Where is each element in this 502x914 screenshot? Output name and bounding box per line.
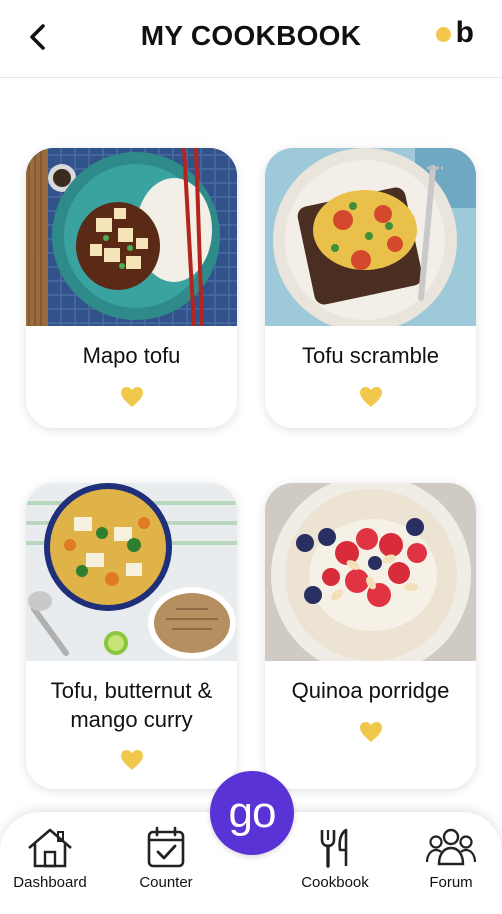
recipe-card-tofu-butternut-mango-curry[interactable]: Tofu, butternut & mango curry — [26, 483, 237, 789]
tab-forum[interactable]: Forum — [401, 826, 501, 891]
recipe-card-tofu-scramble[interactable]: Tofu scramble — [265, 148, 476, 428]
brand-letter: b — [455, 16, 474, 49]
favorite-heart-icon[interactable] — [359, 386, 383, 408]
tab-dashboard[interactable]: Dashboard — [0, 826, 100, 891]
tab-label: Cookbook — [301, 874, 369, 891]
brand-logo: b — [435, 16, 474, 49]
tab-cookbook[interactable]: Cookbook — [285, 826, 385, 891]
favorite-heart-icon[interactable] — [359, 721, 383, 743]
brand-dot — [435, 27, 451, 42]
recipe-photo-tofu-scramble — [265, 148, 476, 326]
tab-label: Counter — [139, 874, 193, 891]
tab-label: Forum — [429, 874, 473, 891]
go-button[interactable]: go — [210, 771, 294, 855]
favorite-heart-icon[interactable] — [120, 386, 144, 408]
calendar-check-icon — [147, 826, 185, 868]
recipe-card-mapo-tofu[interactable]: Mapo tofu — [26, 148, 237, 428]
recipe-title: Mapo tofu — [82, 343, 181, 368]
recipe-photo-tofu-curry — [26, 483, 237, 661]
recipe-title: Tofu, butternut & mango curry — [50, 678, 213, 732]
recipe-title: Quinoa porridge — [291, 678, 450, 703]
recipe-photo-quinoa-porridge — [265, 483, 476, 661]
tab-counter[interactable]: Counter — [116, 826, 216, 891]
app-header: MY COOKBOOK b — [0, 0, 502, 78]
favorite-heart-icon[interactable] — [120, 749, 144, 771]
recipe-card-quinoa-porridge[interactable]: Quinoa porridge — [265, 483, 476, 789]
tab-label: Dashboard — [13, 874, 87, 891]
recipe-photo-mapo-tofu — [26, 148, 237, 326]
recipe-title: Tofu scramble — [302, 343, 439, 368]
page-title: MY COOKBOOK — [140, 20, 362, 51]
house-icon — [28, 828, 72, 868]
fork-knife-icon — [320, 828, 348, 868]
people-icon — [425, 828, 477, 866]
